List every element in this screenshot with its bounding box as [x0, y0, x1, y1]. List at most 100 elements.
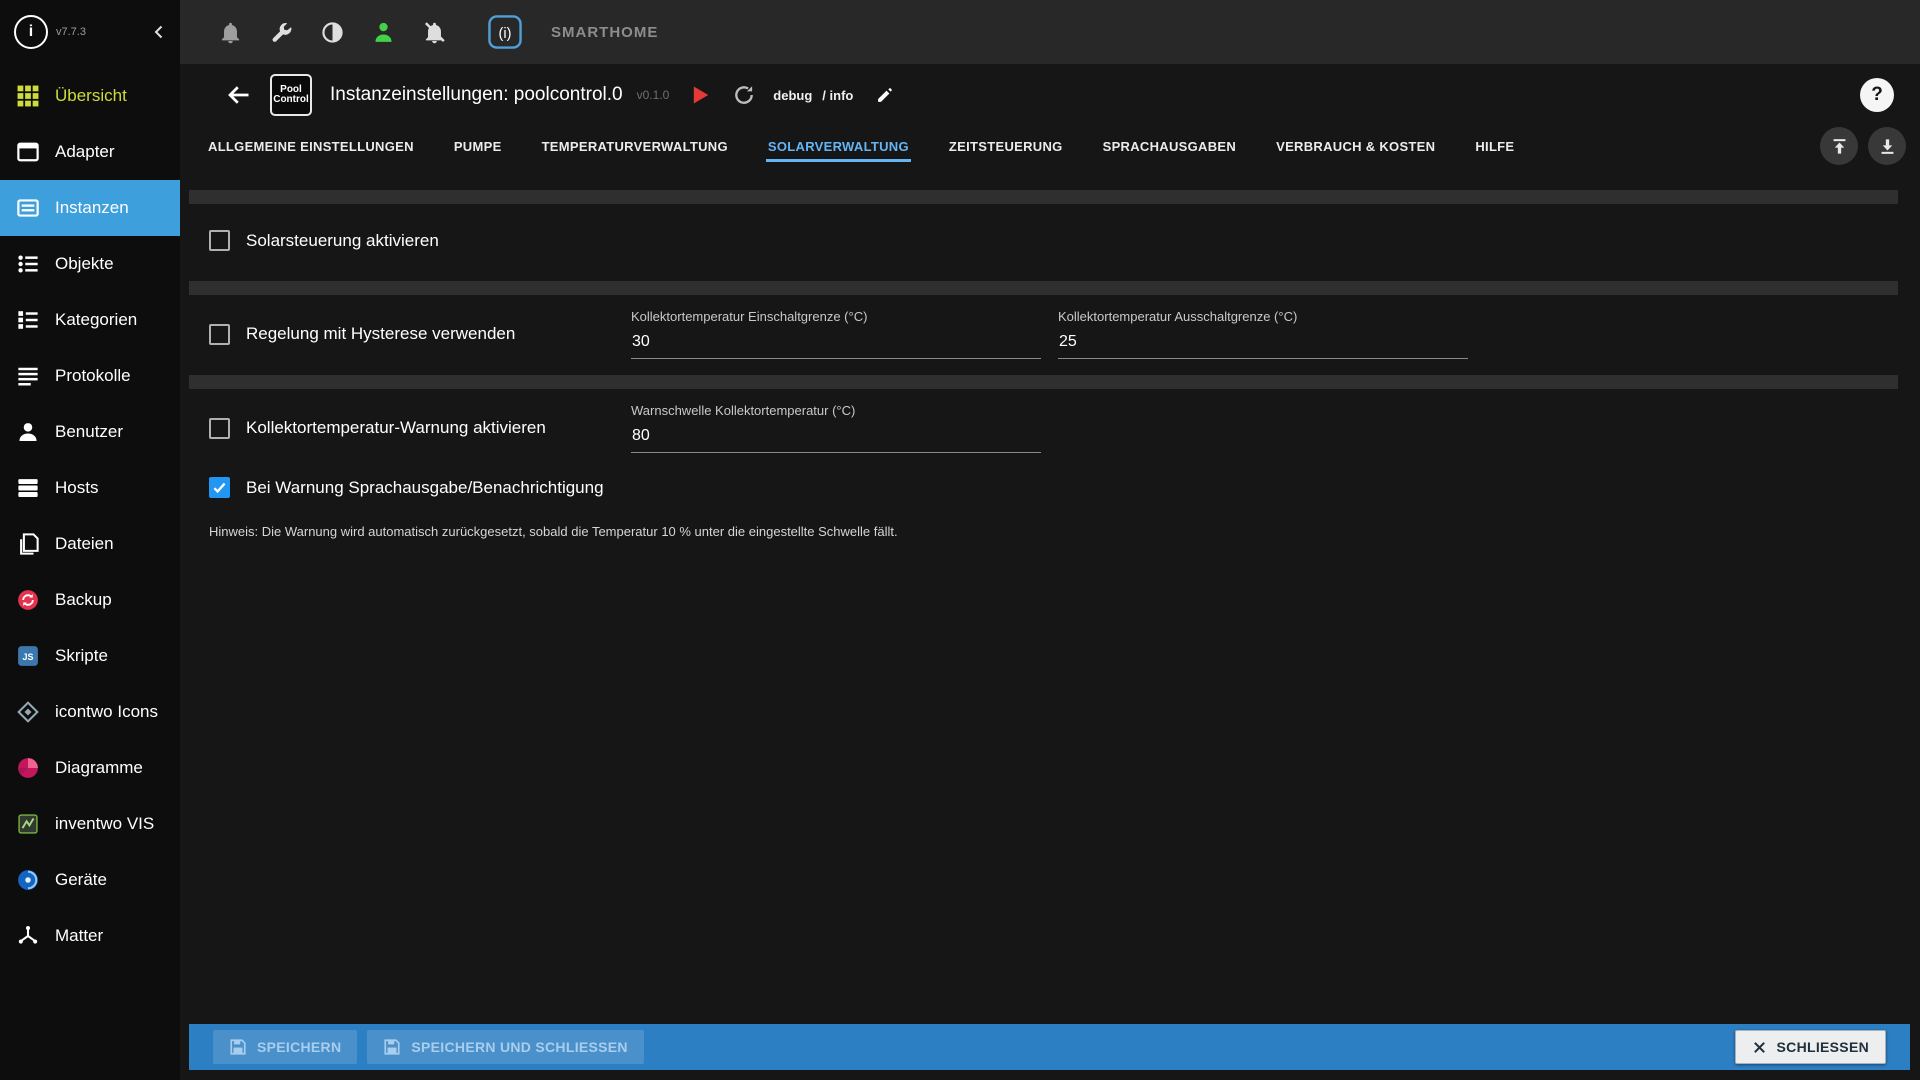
sidebar-item-dateien[interactable]: Dateien: [0, 516, 180, 572]
hysteresis-row: Regelung mit Hysterese verwenden Kollekt…: [180, 309, 1920, 359]
sidebar-item-backup[interactable]: Backup: [0, 572, 180, 628]
close-icon: [1752, 1040, 1767, 1055]
iobroker-logo-icon: i: [14, 15, 48, 49]
categories-icon: [16, 308, 40, 332]
backup-icon: [16, 588, 40, 612]
svg-text:JS: JS: [23, 652, 34, 662]
sidebar-item-objekte[interactable]: Objekte: [0, 236, 180, 292]
save-button-label: SPEICHERN: [257, 1039, 341, 1055]
solar-enable-row: Solarsteuerung aktivieren: [180, 230, 1920, 251]
tab-content-solarverwaltung: Solarsteuerung aktivieren Regelung mit H…: [180, 172, 1920, 1024]
tab-verbrauch-kosten[interactable]: VERBRAUCH & KOSTEN: [1274, 125, 1437, 168]
upload-config-button[interactable]: [1820, 127, 1858, 165]
help-button[interactable]: ?: [1860, 78, 1894, 112]
wrench-icon[interactable]: [269, 20, 294, 45]
back-button[interactable]: [224, 81, 252, 109]
sidebar-item-skripte[interactable]: JS Skripte: [0, 628, 180, 684]
edit-loglevel-button[interactable]: [871, 82, 897, 108]
save-icon: [229, 1038, 247, 1056]
play-button[interactable]: [687, 82, 713, 108]
log-level-current: / info: [822, 88, 853, 103]
notification-bell-icon[interactable]: [218, 20, 243, 45]
checkbox-label: Bei Warnung Sprachausgabe/Benachrichtigu…: [246, 478, 604, 498]
instance-settings-dialog: Pool Control Instanzeinstellungen: poolc…: [180, 64, 1920, 1080]
instance-header: Pool Control Instanzeinstellungen: poolc…: [180, 64, 1920, 120]
collector-off-input[interactable]: [1058, 333, 1468, 359]
js-script-icon: JS: [16, 644, 40, 668]
tab-allgemeine-einstellungen[interactable]: ALLGEMEINE EINSTELLUNGEN: [206, 125, 416, 168]
field-label: Kollektortemperatur Ausschaltgrenze (°C): [1058, 309, 1468, 324]
sidebar-item-label: Hosts: [55, 478, 98, 498]
admin-version: v7.7.3: [56, 26, 138, 38]
sidebar-item-label: Protokolle: [55, 366, 131, 386]
tab-solarverwaltung[interactable]: SOLARVERWALTUNG: [766, 125, 911, 168]
save-icon: [383, 1038, 401, 1056]
matter-icon: [16, 924, 40, 948]
tab-temperaturverwaltung[interactable]: TEMPERATURVERWALTUNG: [540, 125, 730, 168]
app-root: i v7.7.3 Übersicht Adapter Instanzen Obj: [0, 0, 1920, 1080]
smarthome-app-logo: (i): [487, 14, 523, 50]
tab-pumpe[interactable]: PUMPE: [452, 125, 504, 168]
topbar: (i) SMARTHOME: [180, 0, 1920, 64]
hysteresis-checkbox[interactable]: Regelung mit Hysterese verwenden: [209, 324, 515, 345]
sidebar-item-instanzen[interactable]: Instanzen: [0, 180, 180, 236]
sidebar-item-label: Geräte: [55, 870, 107, 890]
sidebar-item-uebersicht[interactable]: Übersicht: [0, 68, 180, 124]
sidebar-item-protokolle[interactable]: Protokolle: [0, 348, 180, 404]
vis-icon: [16, 812, 40, 836]
presence-icon[interactable]: [371, 20, 396, 45]
footer-toolbar: SPEICHERN SPEICHERN UND SCHLIESSEN SCHLI…: [189, 1024, 1910, 1070]
close-button-label: SCHLIESSEN: [1777, 1039, 1869, 1055]
tab-zeitsteuerung[interactable]: ZEITSTEUERUNG: [947, 125, 1065, 168]
section-divider: [189, 190, 1898, 204]
download-config-button[interactable]: [1868, 127, 1906, 165]
sidebar-item-icontwo-icons[interactable]: icontwo Icons: [0, 684, 180, 740]
app-name: SMARTHOME: [551, 24, 658, 41]
sidebar-item-label: Adapter: [55, 142, 115, 162]
sidebar-item-label: Skripte: [55, 646, 108, 666]
warning-enable-checkbox[interactable]: Kollektortemperatur-Warnung aktivieren: [209, 418, 546, 439]
solar-enable-checkbox[interactable]: Solarsteuerung aktivieren: [209, 230, 439, 251]
sidebar-item-label: Dateien: [55, 534, 114, 554]
warning-notify-row: Bei Warnung Sprachausgabe/Benachrichtigu…: [180, 477, 1920, 498]
sidebar-item-adapter[interactable]: Adapter: [0, 124, 180, 180]
checkbox-label: Regelung mit Hysterese verwenden: [246, 324, 515, 344]
sidebar-item-label: Benutzer: [55, 422, 123, 442]
checkbox-label: Solarsteuerung aktivieren: [246, 231, 439, 251]
objects-icon: [16, 252, 40, 276]
page-title: Instanzeinstellungen: poolcontrol.0: [330, 84, 623, 106]
main-area: (i) SMARTHOME Pool Control Instanzeinste…: [180, 0, 1920, 1080]
poolcontrol-adapter-logo: Pool Control: [270, 74, 312, 116]
logs-icon: [16, 364, 40, 388]
save-button[interactable]: SPEICHERN: [213, 1030, 357, 1064]
close-button[interactable]: SCHLIESSEN: [1735, 1030, 1886, 1064]
warning-notify-checkbox[interactable]: Bei Warnung Sprachausgabe/Benachrichtigu…: [209, 477, 604, 498]
sidebar-header: i v7.7.3: [0, 0, 180, 64]
refresh-button[interactable]: [731, 82, 757, 108]
pie-chart-icon: [16, 756, 40, 780]
checkbox-icon: [209, 477, 230, 498]
tab-sprachausgaben[interactable]: SPRACHAUSGABEN: [1101, 125, 1239, 168]
sidebar-item-hosts[interactable]: Hosts: [0, 460, 180, 516]
warning-threshold-field: Warnschwelle Kollektortemperatur (°C): [631, 403, 1041, 453]
notifications-off-icon[interactable]: [422, 20, 447, 45]
sidebar-item-diagramme[interactable]: Diagramme: [0, 740, 180, 796]
collector-on-input[interactable]: [631, 333, 1041, 359]
sidebar-item-geraete[interactable]: Geräte: [0, 852, 180, 908]
section-divider: [189, 375, 1898, 389]
sidebar-item-benutzer[interactable]: Benutzer: [0, 404, 180, 460]
tab-hilfe[interactable]: HILFE: [1473, 125, 1516, 168]
collector-off-field: Kollektortemperatur Ausschaltgrenze (°C): [1058, 309, 1468, 359]
sidebar-item-inventwo-vis[interactable]: inventwo VIS: [0, 796, 180, 852]
collector-on-field: Kollektortemperatur Einschaltgrenze (°C): [631, 309, 1041, 359]
save-and-close-button[interactable]: SPEICHERN UND SCHLIESSEN: [367, 1030, 643, 1064]
icontwo-icon: [16, 700, 40, 724]
sidebar-item-matter[interactable]: Matter: [0, 908, 180, 964]
sidebar-item-label: Backup: [55, 590, 112, 610]
warning-threshold-input[interactable]: [631, 427, 1041, 453]
section-divider: [189, 281, 1898, 295]
sidebar-collapse-button[interactable]: [146, 19, 172, 45]
svg-text:(i): (i): [499, 26, 512, 42]
sidebar-item-kategorien[interactable]: Kategorien: [0, 292, 180, 348]
dark-mode-icon[interactable]: [320, 20, 345, 45]
